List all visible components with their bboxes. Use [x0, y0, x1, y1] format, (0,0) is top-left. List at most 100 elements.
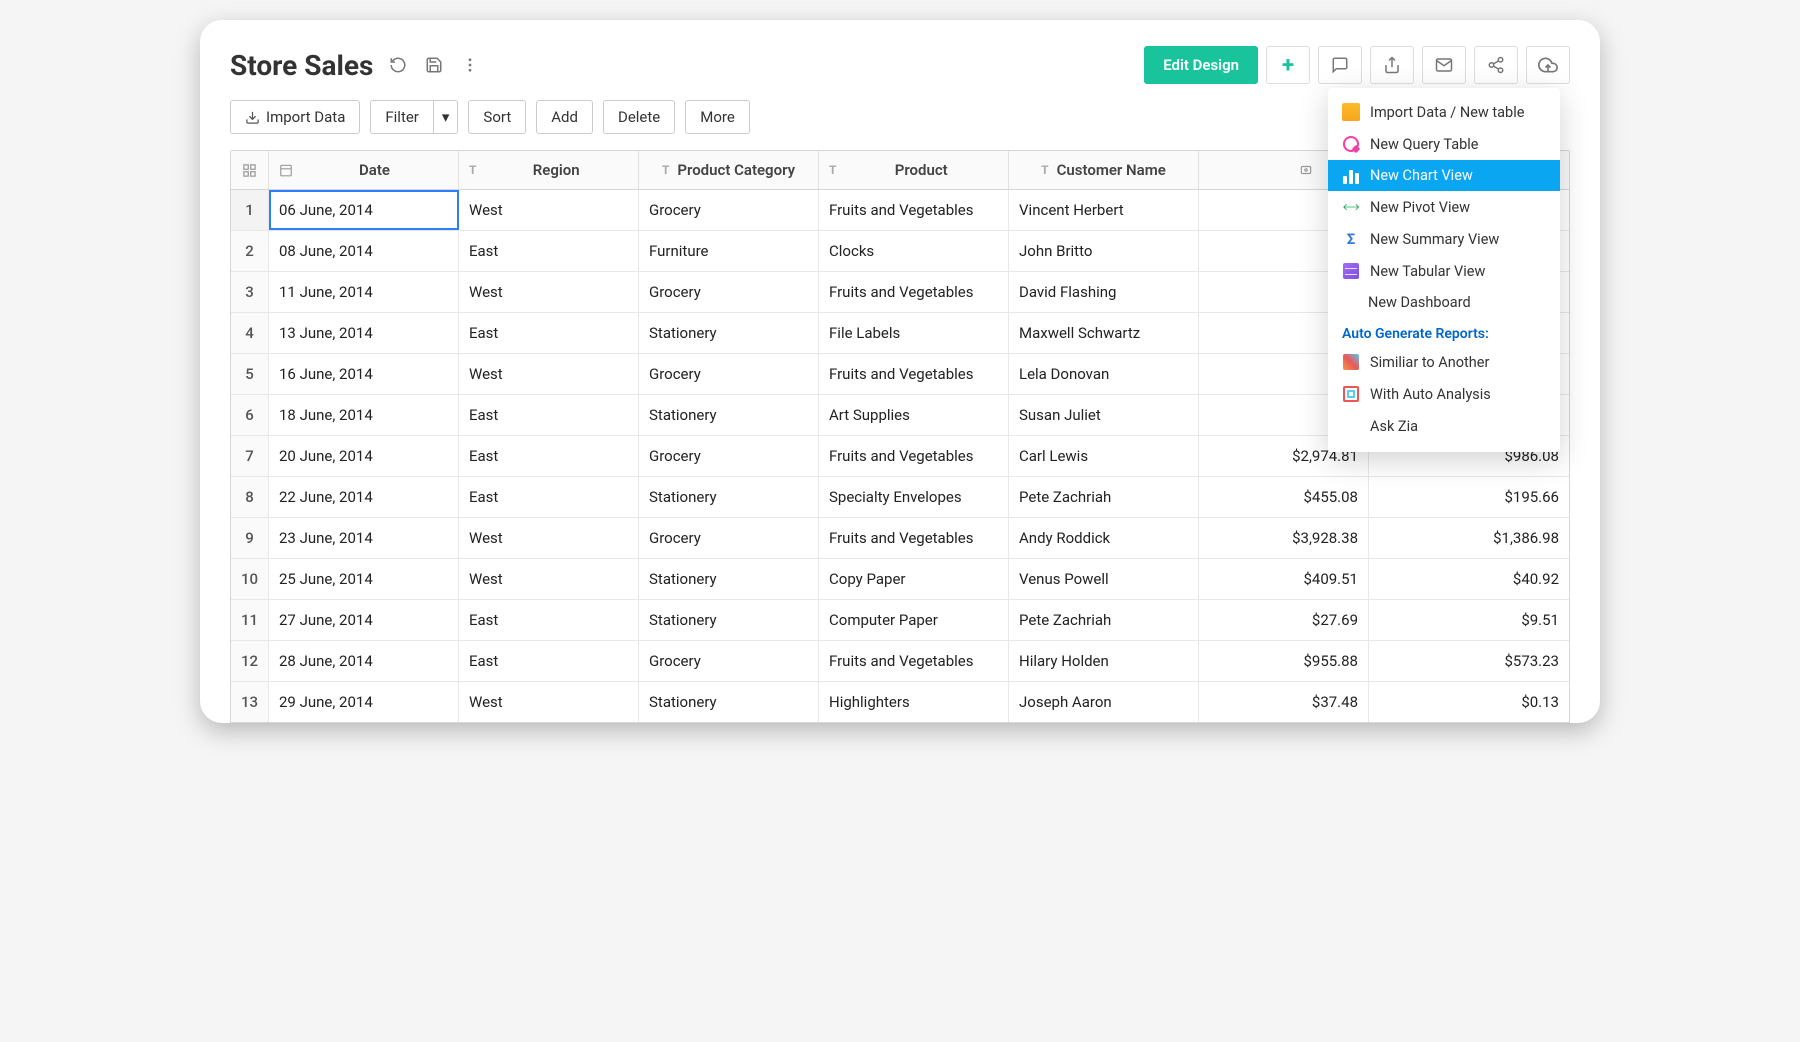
cell-date[interactable]: 16 June, 2014 [269, 354, 459, 394]
cell-category[interactable]: Stationery [639, 395, 819, 435]
cell-region[interactable]: East [459, 641, 639, 681]
menu-new-query-table[interactable]: New Query Table [1328, 128, 1560, 160]
comment-icon[interactable] [1318, 46, 1362, 84]
cell-customer[interactable]: Susan Juliet [1009, 395, 1199, 435]
grid-settings-icon[interactable] [231, 151, 269, 189]
import-data-button[interactable]: Import Data [230, 100, 360, 134]
cell-date[interactable]: 11 June, 2014 [269, 272, 459, 312]
row-number[interactable]: 11 [231, 600, 269, 640]
cell-region[interactable]: West [459, 190, 639, 230]
cell-sales[interactable]: $409.51 [1199, 559, 1369, 599]
cell-region[interactable]: East [459, 477, 639, 517]
row-number[interactable]: 9 [231, 518, 269, 558]
cell-product[interactable]: Computer Paper [819, 600, 1009, 640]
cell-sales[interactable]: $3,928.38 [1199, 518, 1369, 558]
cell-product[interactable]: Fruits and Vegetables [819, 272, 1009, 312]
menu-ask-zia[interactable]: Ask Zia [1328, 410, 1560, 442]
cell-customer[interactable]: Lela Donovan [1009, 354, 1199, 394]
cell-product[interactable]: Specialty Envelopes [819, 477, 1009, 517]
cell-region[interactable]: West [459, 559, 639, 599]
cell-region[interactable]: West [459, 682, 639, 722]
col-header-date[interactable]: Date [269, 151, 459, 189]
cell-customer[interactable]: Maxwell Schwartz [1009, 313, 1199, 353]
cell-product[interactable]: Fruits and Vegetables [819, 354, 1009, 394]
cell-cost[interactable]: $0.13 [1369, 682, 1569, 722]
cell-date[interactable]: 28 June, 2014 [269, 641, 459, 681]
edit-design-button[interactable]: Edit Design [1144, 46, 1258, 84]
cell-customer[interactable]: Carl Lewis [1009, 436, 1199, 476]
row-number[interactable]: 12 [231, 641, 269, 681]
menu-new-pivot-view[interactable]: ⤢ New Pivot View [1328, 191, 1560, 223]
row-number[interactable]: 2 [231, 231, 269, 271]
cell-customer[interactable]: Pete Zachriah [1009, 477, 1199, 517]
cell-region[interactable]: West [459, 272, 639, 312]
cell-customer[interactable]: Joseph Aaron [1009, 682, 1199, 722]
filter-button[interactable]: Filter [370, 100, 433, 134]
col-header-customer[interactable]: TCustomer Name [1009, 151, 1199, 189]
cell-cost[interactable]: $9.51 [1369, 600, 1569, 640]
cell-cost[interactable]: $195.66 [1369, 477, 1569, 517]
table-row[interactable]: 1329 June, 2014WestStationeryHighlighter… [231, 682, 1569, 722]
row-number[interactable]: 7 [231, 436, 269, 476]
cell-customer[interactable]: Vincent Herbert [1009, 190, 1199, 230]
cell-category[interactable]: Grocery [639, 272, 819, 312]
cell-region[interactable]: East [459, 395, 639, 435]
cell-region[interactable]: West [459, 354, 639, 394]
cell-customer[interactable]: Hilary Holden [1009, 641, 1199, 681]
cell-product[interactable]: Fruits and Vegetables [819, 436, 1009, 476]
row-number[interactable]: 10 [231, 559, 269, 599]
cell-category[interactable]: Stationery [639, 477, 819, 517]
menu-import-data[interactable]: Import Data / New table [1328, 96, 1560, 128]
cell-sales[interactable]: $955.88 [1199, 641, 1369, 681]
cell-region[interactable]: East [459, 600, 639, 640]
col-header-category[interactable]: TProduct Category [639, 151, 819, 189]
cell-date[interactable]: 08 June, 2014 [269, 231, 459, 271]
cell-sales[interactable]: $27.69 [1199, 600, 1369, 640]
cell-date[interactable]: 06 June, 2014 [269, 190, 459, 230]
more-button[interactable]: More [685, 100, 750, 134]
row-number[interactable]: 13 [231, 682, 269, 722]
mail-icon[interactable] [1422, 46, 1466, 84]
menu-new-tabular-view[interactable]: New Tabular View [1328, 255, 1560, 287]
add-button[interactable]: Add [536, 100, 593, 134]
cell-customer[interactable]: Pete Zachriah [1009, 600, 1199, 640]
table-row[interactable]: 923 June, 2014WestGroceryFruits and Vege… [231, 518, 1569, 559]
cell-product[interactable]: Highlighters [819, 682, 1009, 722]
more-vertical-icon[interactable] [459, 54, 481, 76]
cell-sales[interactable]: $37.48 [1199, 682, 1369, 722]
save-icon[interactable] [423, 54, 445, 76]
cell-category[interactable]: Grocery [639, 518, 819, 558]
cell-cost[interactable]: $573.23 [1369, 641, 1569, 681]
refresh-icon[interactable] [387, 54, 409, 76]
cell-customer[interactable]: John Britto [1009, 231, 1199, 271]
cell-product[interactable]: Clocks [819, 231, 1009, 271]
cell-category[interactable]: Grocery [639, 190, 819, 230]
cell-category[interactable]: Grocery [639, 436, 819, 476]
row-number[interactable]: 4 [231, 313, 269, 353]
cell-customer[interactable]: Venus Powell [1009, 559, 1199, 599]
cell-date[interactable]: 22 June, 2014 [269, 477, 459, 517]
cell-region[interactable]: East [459, 436, 639, 476]
cell-region[interactable]: West [459, 518, 639, 558]
col-header-region[interactable]: TRegion [459, 151, 639, 189]
cell-customer[interactable]: Andy Roddick [1009, 518, 1199, 558]
cell-product[interactable]: File Labels [819, 313, 1009, 353]
row-number[interactable]: 1 [231, 190, 269, 230]
cell-category[interactable]: Grocery [639, 354, 819, 394]
cell-date[interactable]: 27 June, 2014 [269, 600, 459, 640]
cell-product[interactable]: Copy Paper [819, 559, 1009, 599]
row-number[interactable]: 5 [231, 354, 269, 394]
cell-category[interactable]: Grocery [639, 641, 819, 681]
delete-button[interactable]: Delete [603, 100, 675, 134]
menu-with-auto-analysis[interactable]: With Auto Analysis [1328, 378, 1560, 410]
cell-date[interactable]: 13 June, 2014 [269, 313, 459, 353]
cell-date[interactable]: 18 June, 2014 [269, 395, 459, 435]
row-number[interactable]: 6 [231, 395, 269, 435]
table-row[interactable]: 1025 June, 2014WestStationeryCopy PaperV… [231, 559, 1569, 600]
menu-new-dashboard[interactable]: New Dashboard [1328, 287, 1560, 318]
cell-product[interactable]: Fruits and Vegetables [819, 190, 1009, 230]
table-row[interactable]: 1228 June, 2014EastGroceryFruits and Veg… [231, 641, 1569, 682]
cell-cost[interactable]: $1,386.98 [1369, 518, 1569, 558]
cell-product[interactable]: Fruits and Vegetables [819, 641, 1009, 681]
cell-sales[interactable]: $455.08 [1199, 477, 1369, 517]
